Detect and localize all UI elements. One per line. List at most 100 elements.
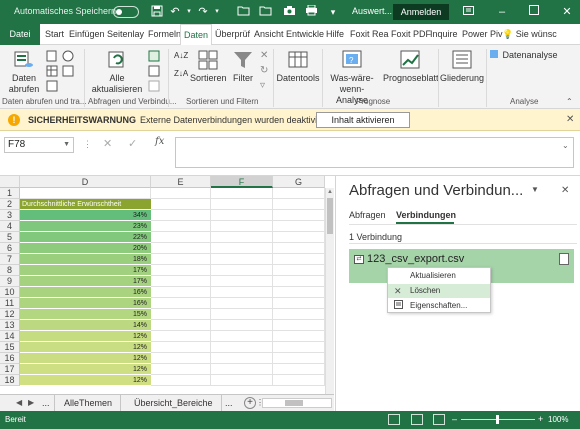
empty-cell[interactable] <box>273 265 325 276</box>
minimize-icon[interactable]: – <box>494 3 510 21</box>
empty-cell[interactable] <box>273 375 325 386</box>
advanced-filter-icon[interactable]: ▿ <box>260 80 265 91</box>
empty-cell[interactable] <box>211 199 273 210</box>
vertical-scrollbar[interactable]: ▲ <box>325 188 334 394</box>
sort-button[interactable]: Sortieren <box>190 49 227 84</box>
value-cell[interactable]: 17% <box>20 265 151 276</box>
empty-cell[interactable] <box>151 188 211 199</box>
folder-icon[interactable] <box>258 5 272 19</box>
empty-cell[interactable] <box>273 298 325 309</box>
print-icon[interactable] <box>304 4 318 19</box>
tab-start[interactable]: Start <box>42 24 67 45</box>
empty-cell[interactable] <box>211 254 273 265</box>
row-header[interactable]: 11 <box>0 298 20 309</box>
value-cell[interactable]: 22% <box>20 232 151 243</box>
tab-datei[interactable]: Datei <box>0 24 40 45</box>
chevron-down-icon[interactable]: ⌄ <box>562 141 569 150</box>
name-box[interactable]: F78 ▼ <box>4 137 74 153</box>
empty-cell[interactable] <box>273 199 325 210</box>
more-icon[interactable]: ▾ <box>326 5 340 19</box>
empty-cell[interactable] <box>273 232 325 243</box>
empty-cell[interactable] <box>273 188 325 199</box>
normal-view-icon[interactable] <box>388 414 400 425</box>
value-cell[interactable]: 34% <box>20 210 151 221</box>
chevron-down-icon[interactable]: ▼ <box>63 138 70 152</box>
redo-icon[interactable]: ↷ <box>196 5 210 19</box>
close-icon[interactable]: ✕ <box>566 114 574 125</box>
page-break-view-icon[interactable] <box>433 414 445 425</box>
header-cell[interactable]: Durchschnittliche Erwünschtheit <box>20 199 151 210</box>
page-layout-view-icon[interactable] <box>411 414 423 425</box>
empty-cell[interactable] <box>151 287 211 298</box>
tab-power-pivot[interactable]: Power Piv <box>459 24 506 45</box>
empty-cell[interactable] <box>151 265 211 276</box>
queries-connections-icon[interactable] <box>148 50 160 64</box>
add-sheet-button[interactable]: + <box>244 397 256 409</box>
tab-connections[interactable]: Verbindungen <box>396 210 456 220</box>
empty-cell[interactable] <box>273 221 325 232</box>
tab-daten[interactable]: Daten <box>180 24 213 46</box>
tab-formeln[interactable]: Formeln <box>145 24 184 45</box>
get-data-button[interactable]: Daten abrufen <box>4 49 44 95</box>
menu-item-eigenschaften[interactable]: Eigenschaften... <box>388 299 490 313</box>
more-sheets-left[interactable]: ... <box>38 395 55 411</box>
pane-options-icon[interactable]: ▼ <box>531 185 539 194</box>
empty-cell[interactable] <box>151 353 211 364</box>
empty-cell[interactable] <box>151 375 211 386</box>
cancel-icon[interactable]: ✕ <box>103 137 112 150</box>
undo-icon[interactable]: ↶ <box>168 5 182 19</box>
close-icon[interactable]: ✕ <box>561 185 569 196</box>
empty-cell[interactable] <box>211 276 273 287</box>
scrollbar-thumb[interactable] <box>285 400 303 406</box>
empty-cell[interactable] <box>211 298 273 309</box>
empty-cell[interactable] <box>151 364 211 375</box>
zoom-in-button[interactable]: + <box>538 414 543 424</box>
sort-az-icon[interactable]: A↓Z <box>174 51 188 60</box>
row-header[interactable]: 15 <box>0 342 20 353</box>
empty-cell[interactable] <box>273 331 325 342</box>
tab-ansicht[interactable]: Ansicht <box>251 24 287 45</box>
from-text-icon[interactable] <box>46 50 58 64</box>
tell-me-search[interactable]: 💡 Sie wünsc <box>502 24 557 45</box>
empty-cell[interactable] <box>273 364 325 375</box>
camera-icon[interactable] <box>282 5 296 19</box>
empty-cell[interactable] <box>211 320 273 331</box>
empty-cell[interactable] <box>211 375 273 386</box>
scroll-up-icon[interactable]: ▲ <box>327 189 333 195</box>
empty-cell[interactable] <box>151 320 211 331</box>
tab-ueberpruefen[interactable]: Überprüf <box>212 24 253 45</box>
empty-cell[interactable] <box>151 210 211 221</box>
empty-cell[interactable] <box>211 188 273 199</box>
tab-hilfe[interactable]: Hilfe <box>323 24 347 45</box>
scroll-tabs-left-icon[interactable]: ◀ <box>16 398 22 407</box>
empty-cell[interactable] <box>211 265 273 276</box>
empty-cell[interactable] <box>211 287 273 298</box>
empty-cell[interactable] <box>151 309 211 320</box>
sort-za-icon[interactable]: Z↓A <box>174 69 188 78</box>
value-cell[interactable]: 14% <box>20 320 151 331</box>
empty-cell[interactable] <box>273 309 325 320</box>
row-header[interactable]: 13 <box>0 320 20 331</box>
row-header[interactable]: 18 <box>0 375 20 386</box>
value-cell[interactable]: 18% <box>20 254 151 265</box>
row-header[interactable]: 7 <box>0 254 20 265</box>
data-tools-button[interactable]: Datentools <box>276 49 320 84</box>
value-cell[interactable]: 23% <box>20 221 151 232</box>
value-cell[interactable]: 17% <box>20 276 151 287</box>
value-cell[interactable]: 12% <box>20 375 151 386</box>
empty-cell[interactable] <box>151 199 211 210</box>
empty-cell[interactable] <box>273 287 325 298</box>
from-table-icon[interactable] <box>46 65 58 79</box>
tab-foxit-reader[interactable]: Foxit Rea <box>347 24 392 45</box>
empty-cell[interactable] <box>211 353 273 364</box>
menu-item-aktualisieren[interactable]: Aktualisieren <box>388 269 490 283</box>
more-sheets-right[interactable]: ... <box>222 395 236 411</box>
empty-cell[interactable] <box>151 243 211 254</box>
value-cell[interactable]: 15% <box>20 309 151 320</box>
row-header[interactable]: 2 <box>0 199 20 210</box>
edit-links-icon[interactable] <box>148 80 160 94</box>
sheet-tab-allethemen[interactable]: AlleThemen <box>56 395 122 411</box>
tab-entwicklertools[interactable]: Entwickle <box>283 24 327 45</box>
row-header[interactable]: 1 <box>0 188 20 199</box>
empty-cell[interactable] <box>20 188 151 199</box>
